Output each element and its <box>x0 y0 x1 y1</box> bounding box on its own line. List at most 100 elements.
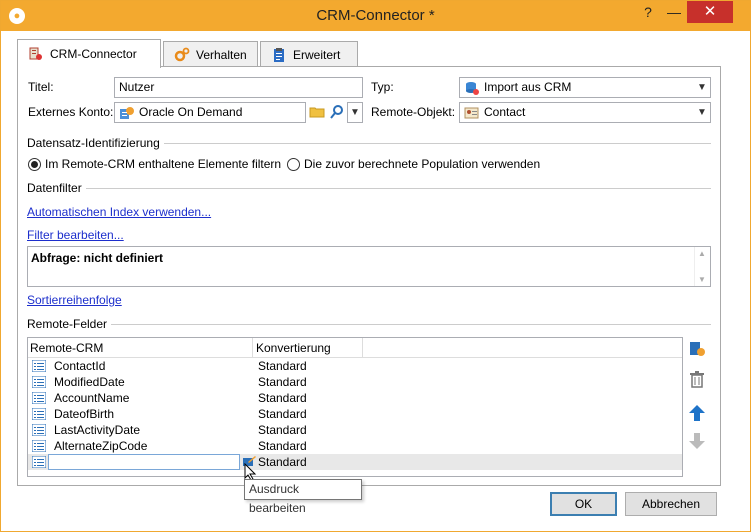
table-row[interactable]: ModifiedDate Standard <box>28 374 682 390</box>
query-text: Abfrage: nicht definiert <box>31 251 164 265</box>
field-conversion: Standard <box>258 359 307 373</box>
chevron-down-icon[interactable]: ▼ <box>348 103 362 122</box>
field-list-icon <box>32 456 46 468</box>
tab-crm-connector[interactable]: CRM-Connector <box>17 39 161 68</box>
title-input[interactable]: Nutzer <box>114 77 363 98</box>
database-icon <box>466 81 479 95</box>
section-title: Datenfilter <box>27 181 82 195</box>
search-icon[interactable] <box>329 104 345 120</box>
tab-verhalten[interactable]: Verhalten <box>163 41 258 67</box>
field-conversion: Standard <box>258 407 307 421</box>
field-name-input[interactable] <box>48 454 240 470</box>
tab-label: Verhalten <box>196 47 247 62</box>
chevron-down-icon[interactable]: ▼ <box>694 78 710 97</box>
gears-icon <box>174 47 190 61</box>
move-down-icon[interactable] <box>687 431 707 451</box>
scroll-down-icon[interactable]: ▼ <box>695 275 709 284</box>
radio-label: Die zuvor berechnete Population verwende… <box>304 157 541 171</box>
sort-order-link[interactable]: Sortierreihenfolge <box>27 293 122 307</box>
tab-erweitert[interactable]: Erweitert <box>260 41 358 67</box>
add-field-icon[interactable] <box>687 339 707 359</box>
field-name: AccountName <box>54 391 130 405</box>
auto-index-link[interactable]: Automatischen Index verwenden... <box>27 205 211 219</box>
type-combo[interactable]: Import aus CRM ▼ <box>459 77 711 98</box>
remote-object-value: Contact <box>484 105 526 119</box>
table-row-editing[interactable]: Standard <box>28 454 682 470</box>
query-scrollbar[interactable]: ▲ ▼ <box>694 247 710 286</box>
radio-use-population[interactable]: Die zuvor berechnete Population verwende… <box>287 157 540 171</box>
field-name: DateofBirth <box>54 407 115 421</box>
identification-section-header: Datensatz-Identifizierung <box>27 136 711 150</box>
field-list-icon <box>32 376 46 388</box>
account-input[interactable]: Oracle On Demand <box>114 102 306 123</box>
tab-label: Erweitert <box>293 47 341 62</box>
radio-filter-remote[interactable]: Im Remote-CRM enthaltene Elemente filter… <box>28 157 281 171</box>
divider <box>111 323 711 325</box>
account-dropdown[interactable]: ▼ <box>347 102 363 123</box>
radio-label: Im Remote-CRM enthaltene Elemente filter… <box>45 157 282 171</box>
field-name: LastActivityDate <box>54 423 141 437</box>
divider <box>163 142 711 144</box>
cancel-button[interactable]: Abbrechen <box>625 492 717 516</box>
field-list-icon <box>32 440 46 452</box>
minimize-button[interactable]: — <box>661 1 687 23</box>
field-list-icon <box>32 392 46 404</box>
field-conversion: Standard <box>258 439 307 453</box>
remote-fields-section-header: Remote-Felder <box>27 317 711 331</box>
field-conversion: Standard <box>258 391 307 405</box>
clipboard-icon <box>274 47 284 62</box>
field-list-icon <box>32 408 46 420</box>
edit-filter-link[interactable]: Filter bearbeiten... <box>27 228 124 242</box>
account-value: Oracle On Demand <box>139 105 243 119</box>
field-list-icon <box>32 360 46 372</box>
account-label: Externes Konto: <box>28 105 114 119</box>
field-conversion: Standard <box>258 375 307 389</box>
type-label: Typ: <box>371 80 394 94</box>
remote-object-combo[interactable]: Contact ▼ <box>459 102 711 123</box>
table-row[interactable]: AccountName Standard <box>28 390 682 406</box>
contact-icon <box>464 107 479 118</box>
table-header: Remote-CRM Konvertierung <box>28 338 682 358</box>
column-separator[interactable] <box>252 338 253 358</box>
field-list-icon <box>32 424 46 436</box>
ok-button[interactable]: OK <box>550 492 617 516</box>
field-name: ModifiedDate <box>54 375 125 389</box>
folder-icon[interactable] <box>309 104 325 120</box>
type-value: Import aus CRM <box>484 80 572 94</box>
crm-connector-icon <box>29 47 42 60</box>
column-header-remote-crm[interactable]: Remote-CRM <box>30 341 103 355</box>
column-separator[interactable] <box>362 338 363 358</box>
radio-dot <box>31 160 38 168</box>
remote-fields-table: Remote-CRM Konvertierung ContactId Stand… <box>27 337 683 477</box>
close-button[interactable]: ✕ <box>687 1 733 23</box>
title-value: Nutzer <box>119 80 155 94</box>
table-row[interactable]: AlternateZipCode Standard <box>28 438 682 454</box>
field-conversion: Standard <box>258 423 307 437</box>
section-title: Remote-Felder <box>27 317 108 331</box>
move-up-icon[interactable] <box>687 403 707 423</box>
column-header-conversion[interactable]: Konvertierung <box>256 341 331 355</box>
field-name: AlternateZipCode <box>54 439 148 453</box>
external-account-icon <box>120 106 134 119</box>
scroll-up-icon[interactable]: ▲ <box>695 249 709 258</box>
help-button[interactable]: ? <box>635 1 661 23</box>
table-row[interactable]: LastActivityDate Standard <box>28 422 682 438</box>
radio-button[interactable] <box>28 157 41 171</box>
tab-label: CRM-Connector <box>50 47 137 61</box>
field-name: ContactId <box>54 359 106 373</box>
field-conversion: Standard <box>258 455 307 469</box>
delete-icon[interactable] <box>687 369 707 389</box>
datafilter-section-header: Datenfilter <box>27 181 711 195</box>
dialog-window: ● CRM-Connector * ? — ✕ CRM-Connector Ve… <box>0 0 751 532</box>
title-label: Titel: <box>28 80 54 94</box>
remote-object-label: Remote-Objekt: <box>371 105 456 119</box>
query-box: Abfrage: nicht definiert ▲ ▼ <box>27 246 711 287</box>
table-row[interactable]: DateofBirth Standard <box>28 406 682 422</box>
radio-button[interactable] <box>287 157 300 171</box>
tooltip: Ausdruck bearbeiten <box>244 479 362 515</box>
title-bar: ● CRM-Connector * ? — ✕ <box>1 1 750 31</box>
chevron-down-icon[interactable]: ▼ <box>694 103 710 122</box>
divider <box>85 187 711 189</box>
table-row[interactable]: ContactId Standard <box>28 358 682 374</box>
section-title: Datensatz-Identifizierung <box>27 136 160 150</box>
